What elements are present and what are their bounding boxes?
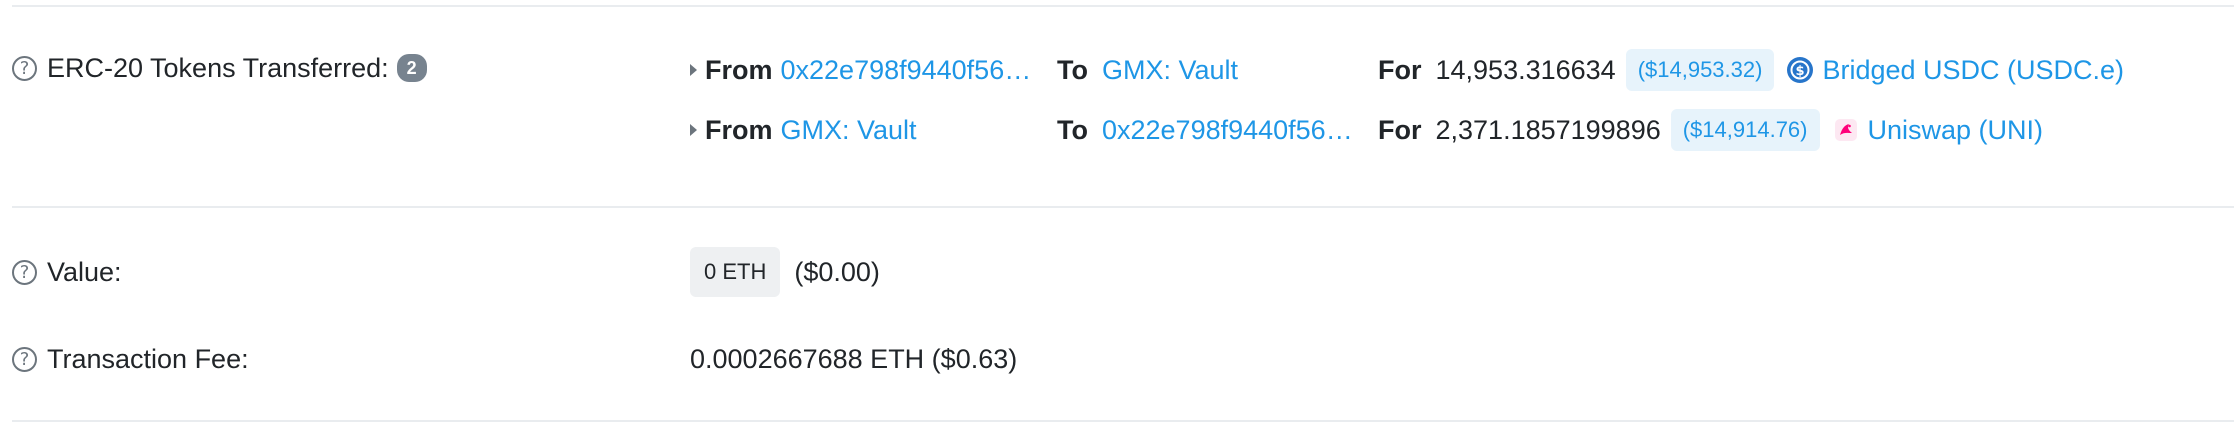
- usd-value-pill: ($14,953.32): [1625, 49, 1775, 91]
- value-usd: ($0.00): [794, 256, 880, 287]
- usd-value-pill: ($14,914.76): [1670, 109, 1820, 151]
- value-label-row: ? Value:: [12, 252, 122, 292]
- usdc-icon: $: [1787, 57, 1814, 83]
- fee-area: 0.0002667688 ETH ($0.63): [690, 339, 1017, 379]
- to-cell: To 0x22e798f9440f56…: [1057, 108, 1353, 152]
- fee-label: Transaction Fee:: [47, 343, 249, 374]
- to-address-link[interactable]: 0x22e798f9440f56…: [1102, 115, 1353, 146]
- uniswap-icon: [1834, 119, 1857, 141]
- token-amount: 2,371.1857199896: [1435, 114, 1661, 145]
- to-address-link[interactable]: GMX: Vault: [1102, 55, 1238, 86]
- from-keyword: From: [705, 54, 773, 85]
- value-label: Value:: [47, 256, 122, 287]
- token-link[interactable]: Bridged USDC (USDC.e): [1822, 55, 2124, 86]
- to-cell: To GMX: Vault: [1057, 48, 1238, 92]
- from-address-link[interactable]: 0x22e798f9440f56…: [781, 55, 1032, 86]
- for-cell: For 14,953.316634 ($14,953.32) $ Bridged…: [1378, 48, 2124, 92]
- question-circle-icon[interactable]: ?: [12, 346, 37, 372]
- svg-text:$: $: [1796, 64, 1805, 79]
- to-keyword: To: [1057, 114, 1088, 145]
- value-area: 0 ETH ($0.00): [690, 247, 880, 297]
- caret-right-icon[interactable]: [690, 64, 697, 76]
- erc20-label-row: ? ERC-20 Tokens Transferred: 2: [12, 48, 427, 88]
- eth-value-pill: 0 ETH: [690, 247, 781, 297]
- question-circle-icon[interactable]: ?: [12, 55, 37, 81]
- top-divider: [12, 5, 2234, 7]
- bottom-divider: [12, 420, 2234, 422]
- token-link[interactable]: Uniswap (UNI): [1868, 115, 2044, 146]
- transfer-count-badge: 2: [396, 54, 427, 82]
- for-keyword: For: [1378, 54, 1422, 85]
- for-cell: For 2,371.1857199896 ($14,914.76) Uniswa…: [1378, 108, 2043, 152]
- from-address-link[interactable]: GMX: Vault: [781, 115, 917, 146]
- erc20-label: ERC-20 Tokens Transferred:: [47, 52, 389, 83]
- question-circle-icon[interactable]: ?: [12, 259, 37, 285]
- section-divider: [12, 206, 2234, 208]
- transfer-row: From GMX: Vault To 0x22e798f9440f56… For…: [690, 108, 2230, 152]
- for-keyword: For: [1378, 114, 1422, 145]
- token-amount: 14,953.316634: [1435, 54, 1616, 85]
- transfer-row: From 0x22e798f9440f56… To GMX: Vault For…: [690, 48, 2230, 92]
- fee-label-row: ? Transaction Fee:: [12, 339, 249, 379]
- to-keyword: To: [1057, 54, 1088, 85]
- fee-value: 0.0002667688 ETH ($0.63): [690, 343, 1018, 374]
- from-keyword: From: [705, 114, 773, 145]
- caret-right-icon[interactable]: [690, 124, 697, 136]
